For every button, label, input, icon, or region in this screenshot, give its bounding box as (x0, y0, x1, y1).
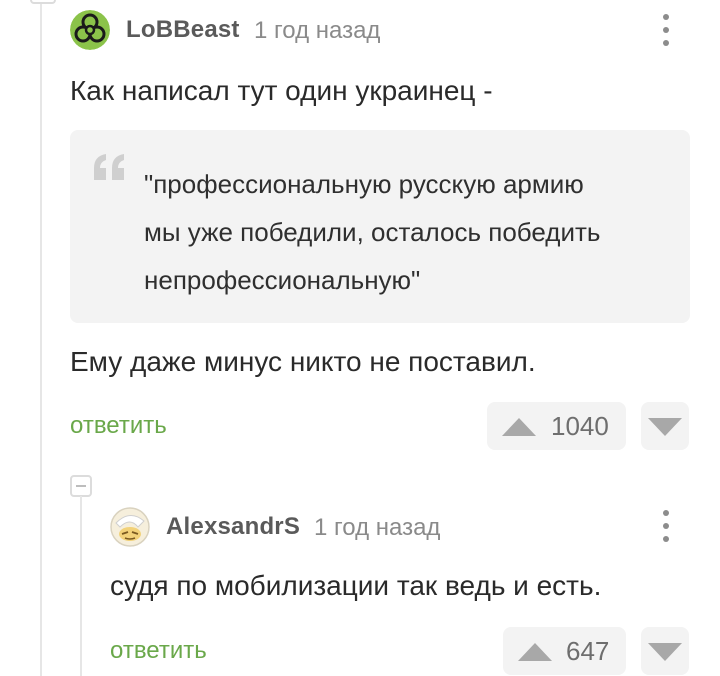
comment-text-outro: Ему даже минус никто не поставил. (70, 346, 536, 377)
avatar[interactable] (70, 10, 110, 50)
rating-count: 1040 (551, 411, 609, 441)
upvote-button[interactable]: 1040 (487, 402, 626, 450)
downvote-button[interactable] (641, 627, 689, 675)
reply-link[interactable]: ответить (70, 412, 167, 440)
comment-author[interactable]: AlexsandrS (166, 513, 300, 541)
collapse-thread-button[interactable] (70, 475, 92, 497)
biohazard-icon (70, 10, 110, 50)
arrow-up-icon (502, 418, 536, 436)
thread-line (40, 0, 42, 676)
cartoon-face-icon (110, 507, 150, 547)
arrow-up-icon (518, 643, 552, 661)
more-vertical-icon[interactable] (661, 14, 671, 50)
quote-block: "профессиональную русскую армию мы уже п… (70, 130, 690, 323)
comment-time[interactable]: 1 год назад (254, 17, 380, 45)
arrow-down-icon (648, 643, 682, 661)
comment-author[interactable]: LoBBeast (126, 16, 240, 44)
reply-link[interactable]: ответить (110, 637, 207, 665)
avatar[interactable] (110, 507, 150, 547)
rating-count: 647 (566, 636, 610, 666)
comment-text-intro: Как написал тут один украинец - (70, 75, 493, 106)
collapse-thread-button-top[interactable] (30, 0, 56, 4)
more-vertical-icon[interactable] (661, 510, 671, 546)
quote-icon (94, 154, 124, 180)
quote-text: "профессиональную русскую армию мы уже п… (144, 169, 601, 295)
comment-time[interactable]: 1 год назад (314, 514, 440, 542)
downvote-button[interactable] (641, 402, 689, 450)
thread-line-nested (80, 496, 82, 676)
comment-text: судя по мобилизации так ведь и есть. (110, 570, 602, 601)
upvote-button[interactable]: 647 (503, 627, 626, 675)
arrow-down-icon (648, 418, 682, 436)
